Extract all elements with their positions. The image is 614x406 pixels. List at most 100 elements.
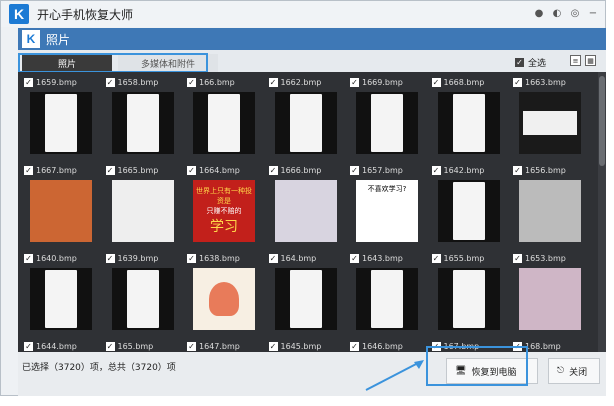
sub-title: 照片 bbox=[46, 32, 71, 47]
photo-thumbnail[interactable]: 世界上只有一种投资是 只赚不赔的 学习 bbox=[193, 180, 255, 242]
photo-thumbnail[interactable] bbox=[193, 92, 255, 154]
photo-item[interactable]: ✓ 1665.bmp bbox=[100, 160, 180, 248]
phone-screenshot bbox=[289, 270, 322, 328]
photo-item[interactable]: ✓ 164.bmp bbox=[263, 248, 343, 336]
photo-item[interactable]: ✓ 1645.bmp bbox=[263, 336, 343, 352]
photo-thumbnail[interactable] bbox=[356, 92, 418, 154]
photo-item[interactable]: ✓ 1658.bmp bbox=[100, 72, 180, 160]
photo-item[interactable]: ✓ 1640.bmp bbox=[18, 248, 98, 336]
photo-label: ✓ 1663.bmp bbox=[513, 78, 566, 87]
photo-checkbox[interactable]: ✓ bbox=[105, 166, 115, 175]
photo-checkbox[interactable]: ✓ bbox=[187, 166, 196, 175]
photo-thumbnail[interactable] bbox=[437, 268, 500, 330]
photo-checkbox[interactable]: ✓ bbox=[24, 254, 33, 263]
chat-icon[interactable]: ◎ bbox=[569, 7, 581, 19]
photo-item[interactable]: ✓ 1647.bmp bbox=[181, 336, 261, 352]
photo-checkbox[interactable]: ✓ bbox=[105, 342, 115, 351]
photo-thumbnail[interactable] bbox=[519, 268, 581, 330]
photo-checkbox[interactable]: ✓ bbox=[350, 342, 359, 351]
scrollbar[interactable] bbox=[598, 72, 606, 352]
photo-thumbnail[interactable] bbox=[274, 180, 337, 242]
photo-checkbox[interactable]: ✓ bbox=[513, 166, 522, 175]
photo-thumbnail[interactable] bbox=[519, 180, 581, 242]
photo-item[interactable]: ✓ 1638.bmp bbox=[181, 248, 261, 336]
photo-item[interactable]: ✓ 1639.bmp bbox=[100, 248, 180, 336]
photo-item[interactable]: ✓ 1643.bmp bbox=[344, 248, 424, 336]
wechat-icon[interactable]: ● bbox=[533, 7, 545, 19]
photo-item[interactable]: ✓ 1659.bmp bbox=[18, 72, 98, 160]
scrollbar-thumb[interactable] bbox=[599, 76, 605, 166]
photo-thumbnail[interactable] bbox=[274, 92, 337, 154]
photo-item[interactable]: ✓ 1663.bmp bbox=[507, 72, 587, 160]
select-all-checkbox[interactable]: ✓ bbox=[514, 58, 524, 67]
photo-thumbnail[interactable] bbox=[30, 92, 92, 154]
close-button[interactable]: ⎋ 关闭 bbox=[548, 358, 600, 384]
photo-thumbnail[interactable] bbox=[274, 268, 337, 330]
photo-checkbox[interactable]: ✓ bbox=[24, 78, 33, 87]
photo-checkbox[interactable]: ✓ bbox=[187, 78, 196, 87]
photo-filename: 1638.bmp bbox=[199, 254, 240, 263]
photo-filename: 164.bmp bbox=[280, 254, 317, 263]
photo-checkbox[interactable]: ✓ bbox=[431, 254, 441, 263]
list-view-icon[interactable]: ≡ bbox=[570, 55, 581, 66]
photo-label: ✓ 1668.bmp bbox=[431, 78, 484, 87]
photo-checkbox[interactable]: ✓ bbox=[268, 342, 278, 351]
photo-filename: 1667.bmp bbox=[36, 166, 77, 175]
photo-thumbnail[interactable] bbox=[193, 268, 255, 330]
photo-item[interactable]: ✓ 165.bmp bbox=[100, 336, 180, 352]
photo-checkbox[interactable]: ✓ bbox=[513, 254, 522, 263]
photo-item[interactable]: ✓ 1666.bmp bbox=[263, 160, 343, 248]
photo-checkbox[interactable]: ✓ bbox=[24, 166, 33, 175]
photo-filename: 1640.bmp bbox=[36, 254, 77, 263]
photo-checkbox[interactable]: ✓ bbox=[268, 166, 278, 175]
photo-item[interactable]: ✓ 1668.bmp bbox=[426, 72, 506, 160]
photo-item[interactable]: ✓ 1642.bmp bbox=[426, 160, 506, 248]
photo-checkbox[interactable]: ✓ bbox=[187, 342, 196, 351]
photo-thumbnail[interactable] bbox=[30, 180, 92, 242]
photo-item[interactable]: ✓ 166.bmp bbox=[181, 72, 261, 160]
photo-thumbnail[interactable] bbox=[111, 180, 174, 242]
photo-checkbox[interactable]: ✓ bbox=[105, 78, 115, 87]
photo-checkbox[interactable]: ✓ bbox=[431, 166, 441, 175]
photo-item[interactable]: ✓ 1655.bmp bbox=[426, 248, 506, 336]
photo-thumbnail[interactable] bbox=[30, 268, 92, 330]
select-all[interactable]: ✓ 全选 bbox=[514, 56, 546, 69]
photo-thumbnail[interactable] bbox=[437, 180, 500, 242]
photo-item[interactable]: ✓ 1664.bmp 世界上只有一种投资是 只赚不赔的 学习 bbox=[181, 160, 261, 248]
photo-checkbox[interactable]: ✓ bbox=[268, 78, 278, 87]
photo-checkbox[interactable]: ✓ bbox=[350, 254, 359, 263]
grid-view-icon[interactable]: ▦ bbox=[585, 55, 596, 66]
recover-highlight-box bbox=[426, 346, 528, 386]
photo-item[interactable]: ✓ 1669.bmp bbox=[344, 72, 424, 160]
photo-item[interactable]: ✓ 1656.bmp bbox=[507, 160, 587, 248]
photo-thumbnail[interactable] bbox=[111, 268, 174, 330]
minimize-icon[interactable]: − bbox=[587, 7, 599, 19]
photo-checkbox[interactable]: ✓ bbox=[513, 78, 522, 87]
photo-checkbox[interactable]: ✓ bbox=[268, 254, 278, 263]
photo-checkbox[interactable]: ✓ bbox=[187, 254, 196, 263]
photo-item[interactable]: ✓ 1662.bmp bbox=[263, 72, 343, 160]
poster-text: 世界上只有一种投资是 bbox=[196, 187, 252, 205]
photo-label: ✓ 1665.bmp bbox=[105, 166, 158, 175]
photo-checkbox[interactable]: ✓ bbox=[105, 254, 115, 263]
photo-item[interactable]: ✓ 1667.bmp bbox=[18, 160, 98, 248]
photo-item[interactable]: ✓ 1653.bmp bbox=[507, 248, 587, 336]
photo-item[interactable]: ✓ 1646.bmp bbox=[344, 336, 424, 352]
photo-thumbnail[interactable]: 不喜欢学习? bbox=[356, 180, 418, 242]
poster-text: 学习 bbox=[210, 219, 238, 235]
photo-filename: 1645.bmp bbox=[280, 342, 322, 351]
photo-checkbox[interactable]: ✓ bbox=[24, 342, 33, 351]
photo-filename: 166.bmp bbox=[199, 78, 235, 87]
photo-item[interactable]: ✓ 1644.bmp bbox=[18, 336, 98, 352]
photo-thumbnail[interactable] bbox=[111, 92, 174, 154]
photo-checkbox[interactable]: ✓ bbox=[350, 78, 359, 87]
photo-item[interactable]: ✓ 1657.bmp 不喜欢学习? bbox=[344, 160, 424, 248]
photo-filename: 1669.bmp bbox=[362, 78, 403, 87]
weibo-icon[interactable]: ◐ bbox=[551, 7, 563, 19]
photo-checkbox[interactable]: ✓ bbox=[350, 166, 359, 175]
photo-thumbnail[interactable] bbox=[519, 92, 581, 154]
photo-checkbox[interactable]: ✓ bbox=[431, 78, 441, 87]
photo-filename: 1644.bmp bbox=[36, 342, 77, 351]
photo-thumbnail[interactable] bbox=[437, 92, 500, 154]
photo-thumbnail[interactable] bbox=[356, 268, 418, 330]
